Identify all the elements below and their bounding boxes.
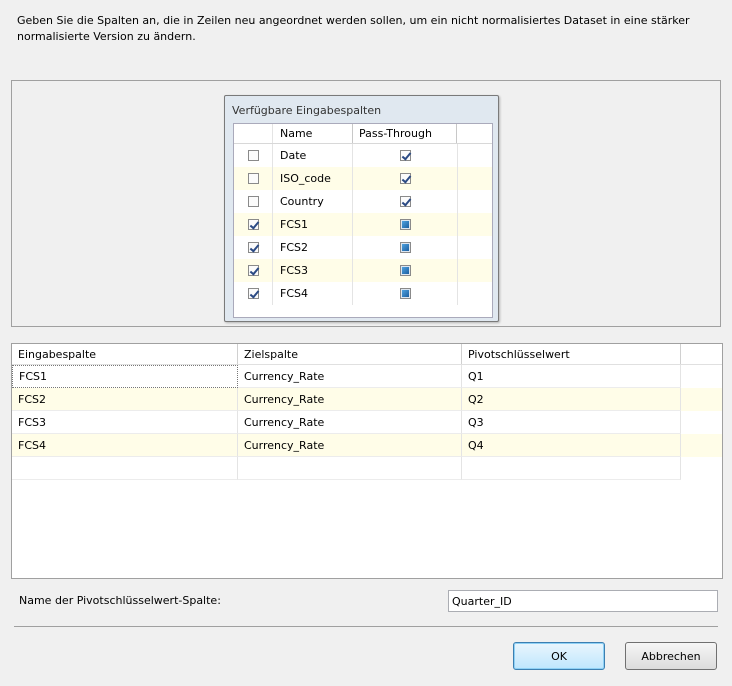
available-column-row[interactable]: FCS2 bbox=[234, 236, 492, 259]
cancel-button[interactable]: Abbrechen bbox=[625, 642, 717, 670]
input-column-cell[interactable]: FCS4 bbox=[12, 434, 238, 457]
pivot-key-input[interactable] bbox=[448, 590, 718, 612]
separator bbox=[14, 626, 718, 627]
pivot-key-header[interactable]: Pivotschlüsselwert bbox=[462, 344, 681, 364]
pass-through-column-header[interactable]: Pass-Through bbox=[353, 124, 457, 143]
column-name: Date bbox=[273, 144, 353, 167]
pass-through-cell bbox=[353, 190, 458, 213]
input-column-header[interactable]: Eingabespalte bbox=[12, 344, 238, 364]
pass-through-cell bbox=[353, 213, 458, 236]
pass-through-cell bbox=[353, 282, 458, 305]
select-cell bbox=[234, 190, 273, 213]
input-column-cell[interactable]: FCS3 bbox=[12, 411, 238, 434]
empty-pivot-cell[interactable] bbox=[462, 457, 681, 480]
empty-input-cell[interactable] bbox=[12, 457, 238, 480]
available-column-row[interactable]: FCS3 bbox=[234, 259, 492, 282]
name-column-header[interactable]: Name bbox=[273, 124, 353, 143]
input-column-cell[interactable]: FCS1 bbox=[12, 365, 238, 388]
target-column-cell[interactable]: Currency_Rate bbox=[238, 388, 462, 411]
available-columns-panel: Verfügbare Eingabespalten Name Pass-Thro… bbox=[11, 80, 721, 327]
pass-through-cell bbox=[353, 144, 458, 167]
pass-through-checkbox[interactable] bbox=[399, 196, 411, 207]
select-checkbox[interactable] bbox=[247, 288, 259, 299]
select-checkbox[interactable] bbox=[247, 219, 259, 230]
pass-through-checkbox[interactable] bbox=[399, 288, 411, 299]
available-columns-header: Name Pass-Through bbox=[234, 124, 492, 144]
select-cell bbox=[234, 167, 273, 190]
pass-through-checkbox[interactable] bbox=[399, 173, 411, 184]
target-column-cell[interactable]: Currency_Rate bbox=[238, 411, 462, 434]
input-column-cell[interactable]: FCS2 bbox=[12, 388, 238, 411]
pivot-key-cell[interactable]: Q4 bbox=[462, 434, 681, 457]
mapping-row[interactable]: FCS2 Currency_Rate Q2 bbox=[12, 388, 722, 411]
select-checkbox[interactable] bbox=[247, 173, 259, 184]
available-column-row[interactable]: Date bbox=[234, 144, 492, 167]
available-column-row[interactable]: ISO_code bbox=[234, 167, 492, 190]
pass-through-cell bbox=[353, 259, 458, 282]
mapping-empty-row[interactable] bbox=[12, 457, 722, 480]
pass-through-checkbox[interactable] bbox=[399, 265, 411, 276]
available-columns-title: Verfügbare Eingabespalten bbox=[232, 104, 382, 117]
mapping-row[interactable]: FCS1 Currency_Rate Q1 bbox=[12, 365, 722, 388]
available-column-row[interactable]: FCS1 bbox=[234, 213, 492, 236]
mapping-grid[interactable]: Eingabespalte Zielspalte Pivotschlüsselw… bbox=[11, 343, 723, 579]
description-text: Geben Sie die Spalten an, die in Zeilen … bbox=[17, 14, 690, 43]
select-cell bbox=[234, 213, 273, 236]
available-columns-grid[interactable]: Name Pass-Through Date ISO_code Country FCS… bbox=[233, 123, 493, 318]
mapping-row[interactable]: FCS4 Currency_Rate Q4 bbox=[12, 434, 722, 457]
ok-button[interactable]: OK bbox=[513, 642, 605, 670]
column-name: FCS4 bbox=[273, 282, 353, 305]
pivot-key-cell[interactable]: Q2 bbox=[462, 388, 681, 411]
available-column-row[interactable]: FCS4 bbox=[234, 282, 492, 305]
available-column-row[interactable]: Country bbox=[234, 190, 492, 213]
select-cell bbox=[234, 144, 273, 167]
available-columns-box: Verfügbare Eingabespalten Name Pass-Thro… bbox=[224, 95, 499, 322]
select-cell bbox=[234, 236, 273, 259]
column-name: Country bbox=[273, 190, 353, 213]
column-name: FCS1 bbox=[273, 213, 353, 236]
select-checkbox[interactable] bbox=[247, 265, 259, 276]
pass-through-checkbox[interactable] bbox=[399, 150, 411, 161]
pivot-key-cell[interactable]: Q1 bbox=[462, 365, 681, 388]
select-column-header bbox=[234, 124, 273, 143]
select-checkbox[interactable] bbox=[247, 196, 259, 207]
empty-target-cell[interactable] bbox=[238, 457, 462, 480]
pivot-key-cell[interactable]: Q3 bbox=[462, 411, 681, 434]
target-column-cell[interactable]: Currency_Rate bbox=[238, 434, 462, 457]
select-checkbox[interactable] bbox=[247, 242, 259, 253]
column-name: FCS3 bbox=[273, 259, 353, 282]
mapping-row[interactable]: FCS3 Currency_Rate Q3 bbox=[12, 411, 722, 434]
target-column-cell[interactable]: Currency_Rate bbox=[238, 365, 462, 388]
select-checkbox[interactable] bbox=[247, 150, 259, 161]
target-column-header[interactable]: Zielspalte bbox=[238, 344, 462, 364]
pass-through-cell bbox=[353, 167, 458, 190]
mapping-header: Eingabespalte Zielspalte Pivotschlüsselw… bbox=[12, 344, 722, 365]
pass-through-checkbox[interactable] bbox=[399, 242, 411, 253]
column-name: FCS2 bbox=[273, 236, 353, 259]
select-cell bbox=[234, 282, 273, 305]
pass-through-checkbox[interactable] bbox=[399, 219, 411, 230]
column-name: ISO_code bbox=[273, 167, 353, 190]
pivot-key-label: Name der Pivotschlüsselwert-Spalte: bbox=[19, 594, 221, 607]
select-cell bbox=[234, 259, 273, 282]
pass-through-cell bbox=[353, 236, 458, 259]
